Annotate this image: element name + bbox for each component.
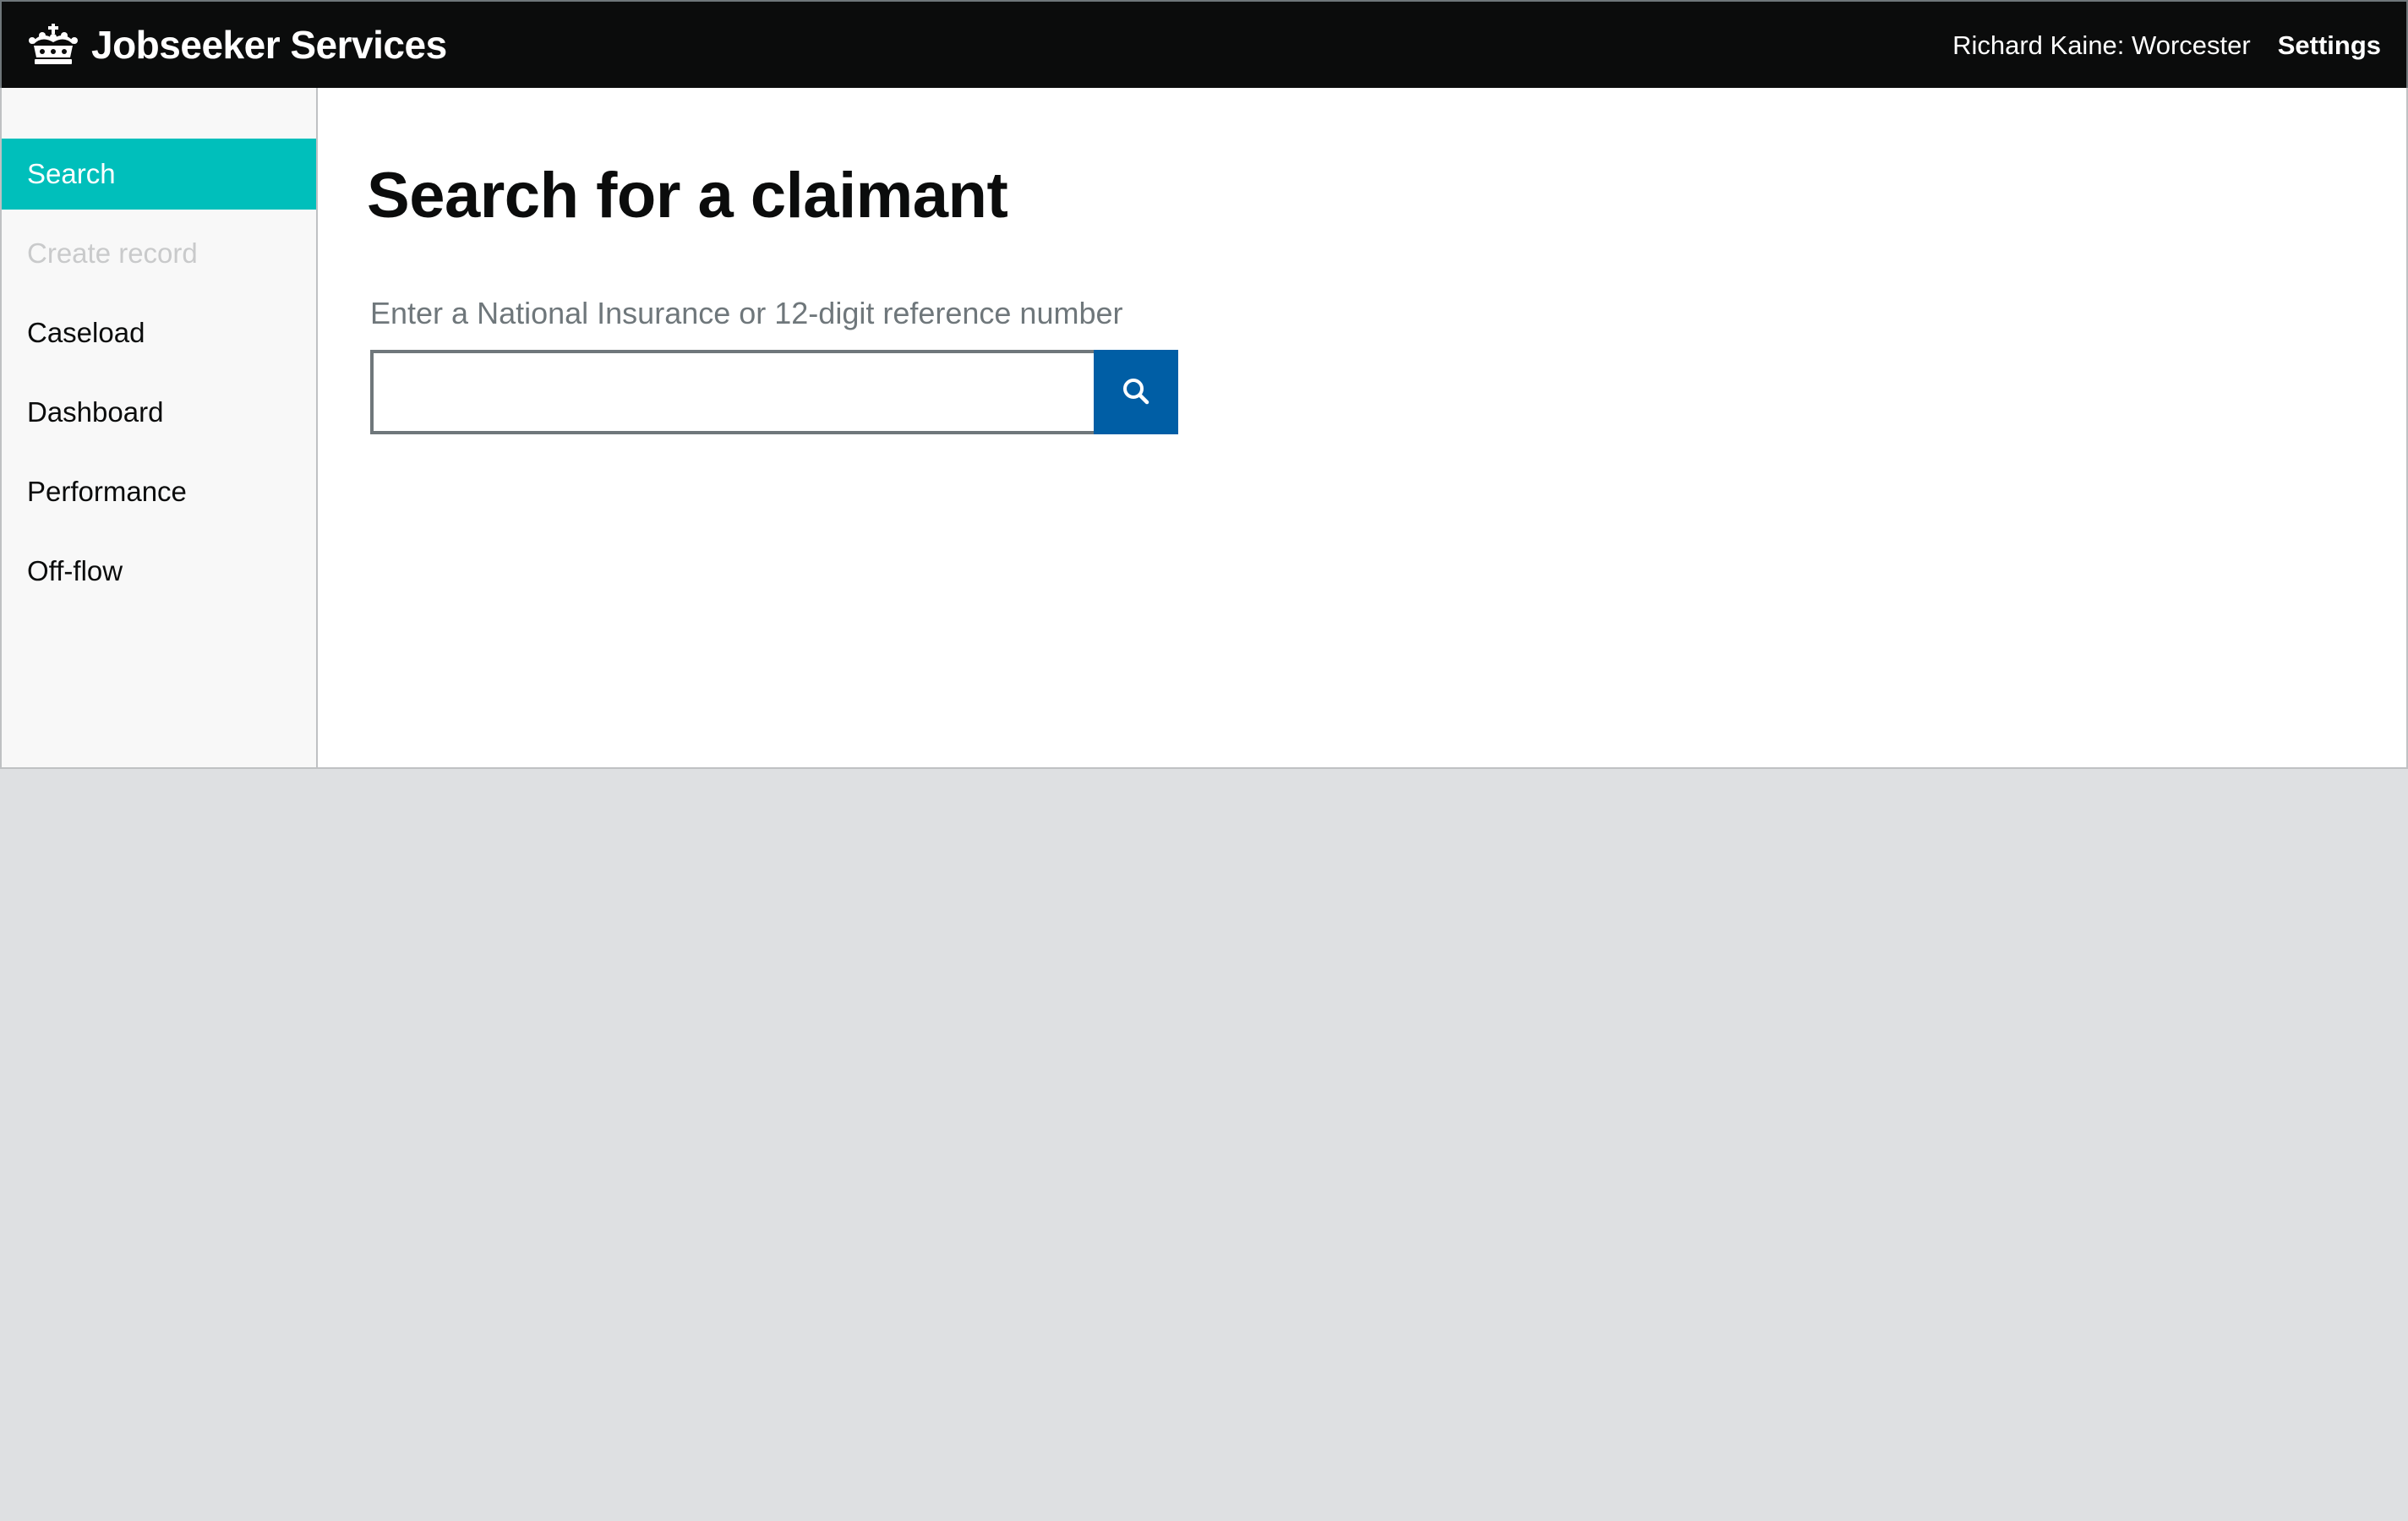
crown-icon (27, 24, 79, 66)
search-form (370, 350, 1178, 434)
sidebar-nav: Search Create record Caseload Dashboard … (2, 88, 318, 767)
settings-link[interactable]: Settings (2278, 30, 2381, 61)
page-title: Search for a claimant (367, 160, 1008, 232)
user-info: Richard Kaine: Worcester (1952, 30, 2251, 60)
sidebar-item-create-record: Create record (27, 237, 198, 269)
sidebar-item-dashboard[interactable]: Dashboard (2, 377, 316, 448)
app-frame: Search Create record Caseload Dashboard … (0, 88, 2408, 769)
search-button[interactable] (1094, 350, 1178, 434)
brand[interactable]: Jobseeker Services (27, 17, 447, 73)
search-label: Enter a National Insurance or 12-digit r… (370, 296, 1123, 330)
header-user-area: Richard Kaine: Worcester Settings (1952, 2, 2381, 90)
sidebar-item-caseload[interactable]: Caseload (2, 297, 316, 368)
sidebar-item-off-flow[interactable]: Off-flow (2, 536, 316, 607)
main-content: Search for a claimant Enter a National I… (318, 88, 2406, 767)
brand-title: Jobseeker Services (91, 23, 447, 67)
sidebar-item-performance[interactable]: Performance (2, 456, 316, 527)
app-header: Jobseeker Services Richard Kaine: Worces… (0, 0, 2408, 88)
search-icon (1121, 376, 1151, 409)
sidebar-item-search[interactable]: Search (2, 139, 316, 210)
search-input[interactable] (370, 350, 1094, 434)
